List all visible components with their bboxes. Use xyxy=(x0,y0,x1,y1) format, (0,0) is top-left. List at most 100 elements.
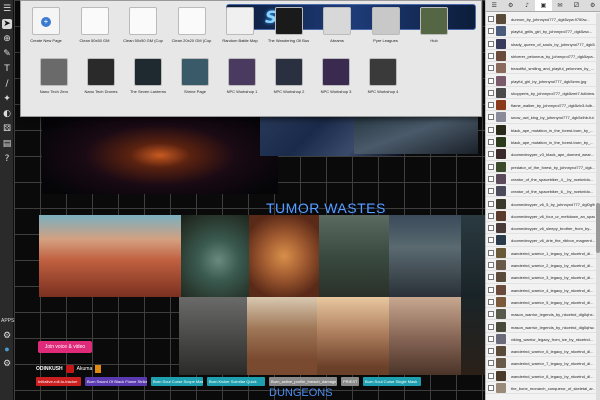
art-library-item[interactable]: wanderind_warrior_2_legacy_by_nkcetnd_dl… xyxy=(486,259,596,272)
art-library-item[interactable]: shopperts_by_johnnyroi777_dgk5zmt7-fullv… xyxy=(486,87,596,100)
page-thumbnail[interactable]: NPC Workshop 3 xyxy=(311,58,361,94)
item-checkbox[interactable] xyxy=(488,89,494,96)
page-thumbnail[interactable]: Hub xyxy=(409,7,459,43)
page-thumbnail[interactable]: The Seven Lanterns xyxy=(123,58,173,94)
macro-button[interactable]: PRIEST xyxy=(341,377,359,386)
select-tool-icon[interactable]: ➤ xyxy=(2,19,12,29)
sidebar-scroll-thumb[interactable] xyxy=(596,203,600,253)
item-checkbox[interactable] xyxy=(488,262,494,268)
art-library-item[interactable]: wanderind_warrior_3_legacy_by_nkcetnd_dl… xyxy=(486,271,596,284)
help-tool-icon[interactable]: ? xyxy=(2,154,12,164)
page-thumbnail[interactable]: Shrine Page xyxy=(170,58,220,94)
tab-journal[interactable]: ✉ xyxy=(552,0,568,11)
art-library-item[interactable]: wanderind_warrior_5_legacy_by_nkcetnd_dl… xyxy=(486,296,596,309)
art-library-item[interactable]: wanderind_warrior_7_legacy_by_nkcetnd_dl… xyxy=(486,357,596,370)
page-thumbnail[interactable]: Pyre Leagues xyxy=(361,7,411,43)
apps-label[interactable]: APPS xyxy=(1,318,14,328)
tab-dice[interactable]: ⚂ xyxy=(568,0,584,11)
art-library-item[interactable]: wanderind_warrior_6_legacy_by_nkcetnd_dl… xyxy=(486,345,596,358)
item-checkbox[interactable] xyxy=(488,323,494,330)
item-checkbox[interactable] xyxy=(488,298,494,305)
zoom-tool-icon[interactable]: ⊕ xyxy=(2,34,12,44)
layer-tool-icon[interactable]: ▤ xyxy=(2,139,12,149)
art-library-item[interactable]: creator_of_the_spacebiker_4__by_ncekntdo… xyxy=(486,173,596,186)
item-checkbox[interactable] xyxy=(488,286,494,293)
page-thumbnail[interactable]: Nano Tech Drones xyxy=(76,58,126,94)
item-checkbox[interactable] xyxy=(488,28,494,35)
art-library-item[interactable]: shady_queen_of_souls_by_johnnyroi777_dgk… xyxy=(486,38,596,50)
page-thumbnail[interactable]: NPC Workshop 4 xyxy=(358,58,408,94)
macro-button[interactable]: Burn Sword Of Black Flame Strike xyxy=(85,377,147,386)
fog-tool-icon[interactable]: ◐ xyxy=(2,109,12,119)
tab-config[interactable]: ⚙ xyxy=(585,0,600,11)
macro-button[interactable]: Initiative-roll-to-tracker xyxy=(36,377,81,386)
item-checkbox[interactable] xyxy=(488,311,494,318)
item-checkbox[interactable] xyxy=(488,348,494,355)
page-thumbnail[interactable]: Nano Tech Zero xyxy=(29,58,79,94)
tab-art[interactable]: ▣ xyxy=(535,0,552,11)
macro-button[interactable]: Burn Soul Curse Single Mask xyxy=(363,377,421,386)
join-voice-button[interactable]: Join voice & video xyxy=(38,341,92,353)
draw-tool-icon[interactable]: ✎ xyxy=(2,49,12,59)
item-checkbox[interactable] xyxy=(488,163,494,170)
page-thumbnail[interactable]: + Create New Page xyxy=(21,7,71,43)
art-library-item[interactable]: doomedecyper_v3_black_ape_donned_wear... xyxy=(486,148,596,161)
item-checkbox[interactable] xyxy=(488,249,494,256)
item-checkbox[interactable] xyxy=(488,40,494,47)
item-checkbox[interactable] xyxy=(488,52,494,59)
art-library-item[interactable]: doomedecyper_v6_sleepy_brother_from_by..… xyxy=(486,222,596,235)
art-library-item[interactable]: snow_owl_king_by_johnnyroi777_dgk5zlhb-f… xyxy=(486,111,596,124)
settings-icon[interactable]: ⚙ xyxy=(1,330,13,340)
art-library-item[interactable]: mason_warrior_legends_by_nkcetnd_dlg0qhx… xyxy=(486,308,596,321)
art-library-item[interactable]: flame_walker_by_johnnyroi777_dgk5zlx3-fu… xyxy=(486,99,596,112)
item-checkbox[interactable] xyxy=(488,139,494,145)
item-checkbox[interactable] xyxy=(488,114,494,121)
art-library-item[interactable]: shiverer_peloneus_by_johnnyroi777_dgk5zp… xyxy=(486,50,596,63)
item-checkbox[interactable] xyxy=(488,274,494,281)
magic-tool-icon[interactable]: ✦ xyxy=(2,94,12,104)
art-library-item[interactable]: playful_grills_girl_by_johnnyroi777_dgk5… xyxy=(486,25,596,38)
ruler-tool-icon[interactable]: / xyxy=(2,79,12,89)
text-tool-icon[interactable]: T xyxy=(2,64,12,74)
item-checkbox[interactable] xyxy=(488,151,494,158)
item-checkbox[interactable] xyxy=(488,372,494,379)
art-library-item[interactable]: wanderind_warrior_8_legacy_by_nkcetnd_dl… xyxy=(486,370,596,382)
item-checkbox[interactable] xyxy=(488,126,494,133)
avatar-icon[interactable]: ● xyxy=(1,344,13,354)
item-checkbox[interactable] xyxy=(488,360,494,367)
macro-button[interactable]: Burn Soul Curse Scope Mask xyxy=(151,377,203,386)
art-library-item[interactable]: doomedecyper_v6_drie_the_ribbon_magnent.… xyxy=(486,234,596,247)
art-library-item[interactable]: wanderind_warrior_1_legacy_by_nkcetnd_dl… xyxy=(486,247,596,259)
macro-button[interactable]: Burn_active_profile_breach_damage_range_… xyxy=(269,377,337,386)
item-checkbox[interactable] xyxy=(488,65,494,72)
art-library-item[interactable]: playful_girl_by_johnnyroi777_dgk5zmx.jpg xyxy=(486,75,596,87)
art-library-item[interactable]: doomedecyper_v6_four_ur_meltdown_an_spac… xyxy=(486,210,596,223)
page-thumbnail[interactable]: Clean 50x50 GM xyxy=(70,7,120,43)
item-checkbox[interactable] xyxy=(488,237,494,244)
item-checkbox[interactable] xyxy=(488,385,494,391)
item-checkbox[interactable] xyxy=(488,225,494,232)
item-checkbox[interactable] xyxy=(488,102,494,109)
gear-icon[interactable]: ⚙ xyxy=(1,358,13,368)
art-library-item[interactable]: dunnon_by_johnnyroi777_dgk5zyw.9750w... xyxy=(486,13,596,26)
item-checkbox[interactable] xyxy=(488,212,494,219)
art-library-item[interactable]: the_bone_monarch_conqueror_of_skeletal_a… xyxy=(486,382,596,395)
art-library-item[interactable]: wanderind_warrior_4_legacy_by_nkcetnd_dl… xyxy=(486,284,596,296)
art-library-item[interactable]: beautiful_smiling_and_playful_pelonnes_b… xyxy=(486,62,596,75)
page-thumbnail[interactable]: Random Battle Map xyxy=(215,7,265,43)
item-checkbox[interactable] xyxy=(488,175,494,182)
page-thumbnail[interactable]: The Wandering Oil Bus xyxy=(264,7,314,43)
tab-settings[interactable]: ⚙ xyxy=(502,0,518,11)
dice-tool-icon[interactable]: ⚄ xyxy=(2,124,12,134)
item-checkbox[interactable] xyxy=(488,188,494,195)
art-library-item[interactable]: black_ape_mutation_in_the_forest-burn_by… xyxy=(486,136,596,149)
page-thumbnail[interactable]: Clean 20x20 GM (Cop xyxy=(167,7,217,43)
art-library-item[interactable]: doomedecyper_v6_5_by_johnnyroi777_dgl0g9… xyxy=(486,198,596,210)
art-library-item[interactable]: creator_of_the_spacebiker_6__by_ncekntdo… xyxy=(486,185,596,198)
item-checkbox[interactable] xyxy=(488,200,494,207)
art-library-item[interactable]: black_ape_mutation_in_the_forest-burn_by… xyxy=(486,124,596,136)
page-thumbnail[interactable]: NPC Workshop 2 xyxy=(264,58,314,94)
art-library-item[interactable]: predator_of_the_forest_by_johnnyroi777_d… xyxy=(486,161,596,173)
tab-chat[interactable]: ☰ xyxy=(486,0,502,11)
item-checkbox[interactable] xyxy=(488,335,494,342)
